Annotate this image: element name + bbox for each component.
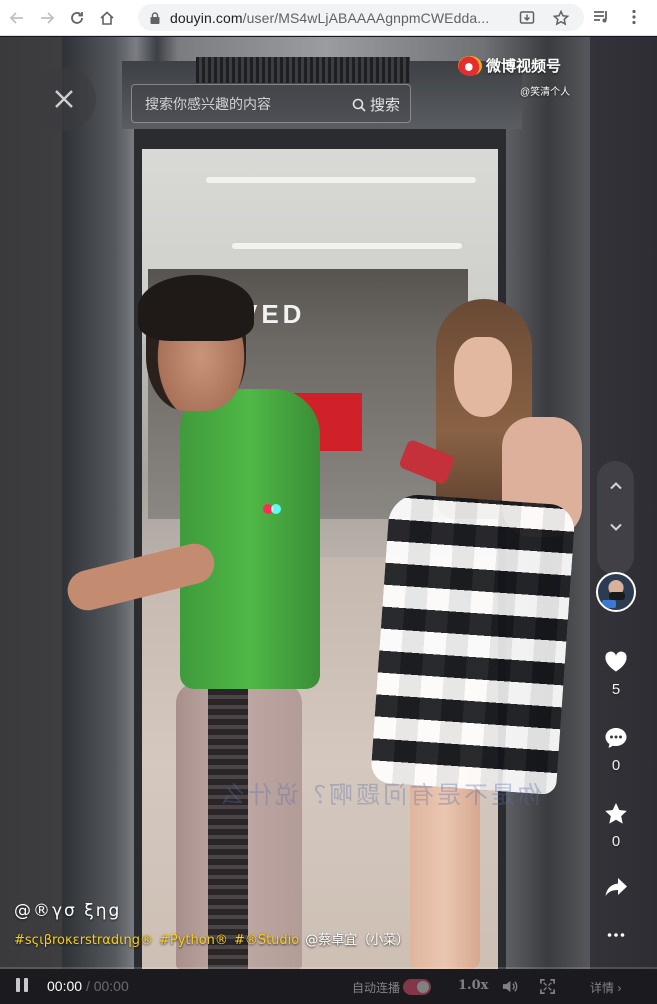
hashtag[interactable]: #sςιβroκεrstrαdιηg® bbox=[14, 933, 153, 948]
search-input[interactable] bbox=[132, 95, 332, 112]
reload-icon[interactable] bbox=[64, 5, 90, 31]
media-queue-icon[interactable] bbox=[590, 6, 612, 28]
fullscreen-icon[interactable] bbox=[539, 978, 556, 995]
autoplay-label: 自动连播 bbox=[352, 981, 401, 995]
time-separator: / bbox=[85, 978, 90, 994]
pause-icon[interactable] bbox=[16, 978, 32, 994]
video-frame[interactable]: VED 你是不是有问题啊？说什么 微博视频号 @笑清个人 bbox=[62, 37, 590, 969]
duration: 00:00 bbox=[93, 978, 129, 994]
author-name[interactable]: @®γσ ξηg bbox=[14, 901, 121, 921]
like-count: 5 bbox=[611, 681, 621, 698]
post-caption: #sςιβroκεrstrαdιηg® #Python® #®Studio @蔡卓宜（… bbox=[14, 929, 409, 948]
playback-speed[interactable]: 1.0x bbox=[458, 978, 488, 993]
autoplay-toggle[interactable] bbox=[403, 979, 431, 995]
url-path: /user/MS4wLjABAAAAgnpmCWEdda... bbox=[242, 9, 490, 26]
comment-button[interactable]: 0 bbox=[592, 725, 640, 774]
video-player: VED 你是不是有问题啊？说什么 微博视频号 @笑清个人 搜索你感兴趣的内容 搜… bbox=[0, 37, 657, 1004]
share-button[interactable] bbox=[592, 874, 640, 900]
man-shirt bbox=[180, 389, 320, 689]
search-button[interactable]: 搜索 bbox=[352, 94, 400, 115]
more-dots-icon bbox=[607, 933, 625, 937]
browser-menu-icon[interactable] bbox=[623, 6, 645, 28]
chevron-up-icon bbox=[609, 482, 622, 490]
lock-icon bbox=[150, 11, 160, 24]
weibo-logo-icon bbox=[458, 55, 482, 76]
video-nav-pill bbox=[597, 461, 634, 575]
loading-dot-cyan bbox=[271, 504, 281, 514]
elevator-vent bbox=[196, 57, 410, 83]
favorite-button[interactable]: 0 bbox=[592, 801, 640, 850]
pants-stripe bbox=[208, 689, 248, 969]
close-button[interactable] bbox=[32, 67, 96, 131]
like-button[interactable]: 5 bbox=[592, 649, 640, 698]
url-host: douyin.com bbox=[170, 9, 243, 26]
volume-icon[interactable] bbox=[501, 978, 518, 995]
ceiling-light bbox=[206, 177, 476, 183]
search-icon bbox=[352, 98, 366, 112]
hashtag[interactable]: #®Studio bbox=[234, 933, 299, 948]
weibo-watermark: 微博视频号 bbox=[458, 55, 561, 76]
woman-face bbox=[454, 337, 512, 417]
loading-spinner-icon bbox=[263, 503, 285, 515]
comment-icon bbox=[605, 728, 627, 748]
chevron-down-icon bbox=[609, 523, 622, 531]
user-mention[interactable]: @蔡卓宜（小菜） bbox=[305, 933, 409, 948]
url-text: douyin.com/user/MS4wLjABAAAAgnpmCWEdda..… bbox=[170, 10, 510, 26]
comment-count: 0 bbox=[611, 757, 621, 774]
avatar-mask bbox=[609, 592, 625, 600]
home-icon[interactable] bbox=[94, 5, 120, 31]
mirrored-subtitle: 你是不是有问题啊？说什么 bbox=[218, 782, 542, 809]
details-label: 详情 bbox=[590, 981, 615, 995]
watermark-title: 微博视频号 bbox=[486, 58, 562, 75]
bookmark-star-icon[interactable] bbox=[552, 9, 570, 27]
next-video-button[interactable] bbox=[597, 507, 634, 547]
back-icon[interactable] bbox=[4, 5, 30, 31]
address-bar[interactable]: douyin.com/user/MS4wLjABAAAAgnpmCWEdda..… bbox=[138, 4, 584, 31]
man-hair bbox=[138, 275, 254, 341]
player-controls: 00:00 / 00:00 自动连播 1.0x 详情 › bbox=[0, 969, 657, 1004]
search-box: 搜索 bbox=[131, 84, 411, 123]
hashtag[interactable]: #Python® bbox=[159, 933, 228, 948]
star-icon bbox=[605, 803, 627, 824]
search-button-label: 搜索 bbox=[369, 97, 400, 114]
install-icon[interactable] bbox=[518, 9, 536, 27]
ceiling-light bbox=[232, 243, 462, 249]
current-time: 00:00 bbox=[47, 978, 83, 994]
share-icon bbox=[605, 878, 627, 896]
forward-icon[interactable] bbox=[34, 5, 60, 31]
favorite-count: 0 bbox=[611, 833, 621, 850]
avatar-badge bbox=[602, 600, 616, 608]
time-display: 00:00 / 00:00 bbox=[47, 978, 129, 994]
heart-icon bbox=[605, 651, 627, 672]
previous-video-button[interactable] bbox=[597, 466, 634, 506]
more-button[interactable] bbox=[592, 922, 640, 948]
plaid-shirt bbox=[370, 492, 576, 796]
watermark-subtitle: @笑清个人 bbox=[520, 87, 571, 98]
browser-toolbar: douyin.com/user/MS4wLjABAAAAgnpmCWEdda..… bbox=[0, 0, 657, 36]
details-button[interactable]: 详情 › bbox=[590, 979, 621, 996]
close-icon bbox=[55, 90, 73, 108]
author-avatar[interactable] bbox=[596, 572, 636, 612]
